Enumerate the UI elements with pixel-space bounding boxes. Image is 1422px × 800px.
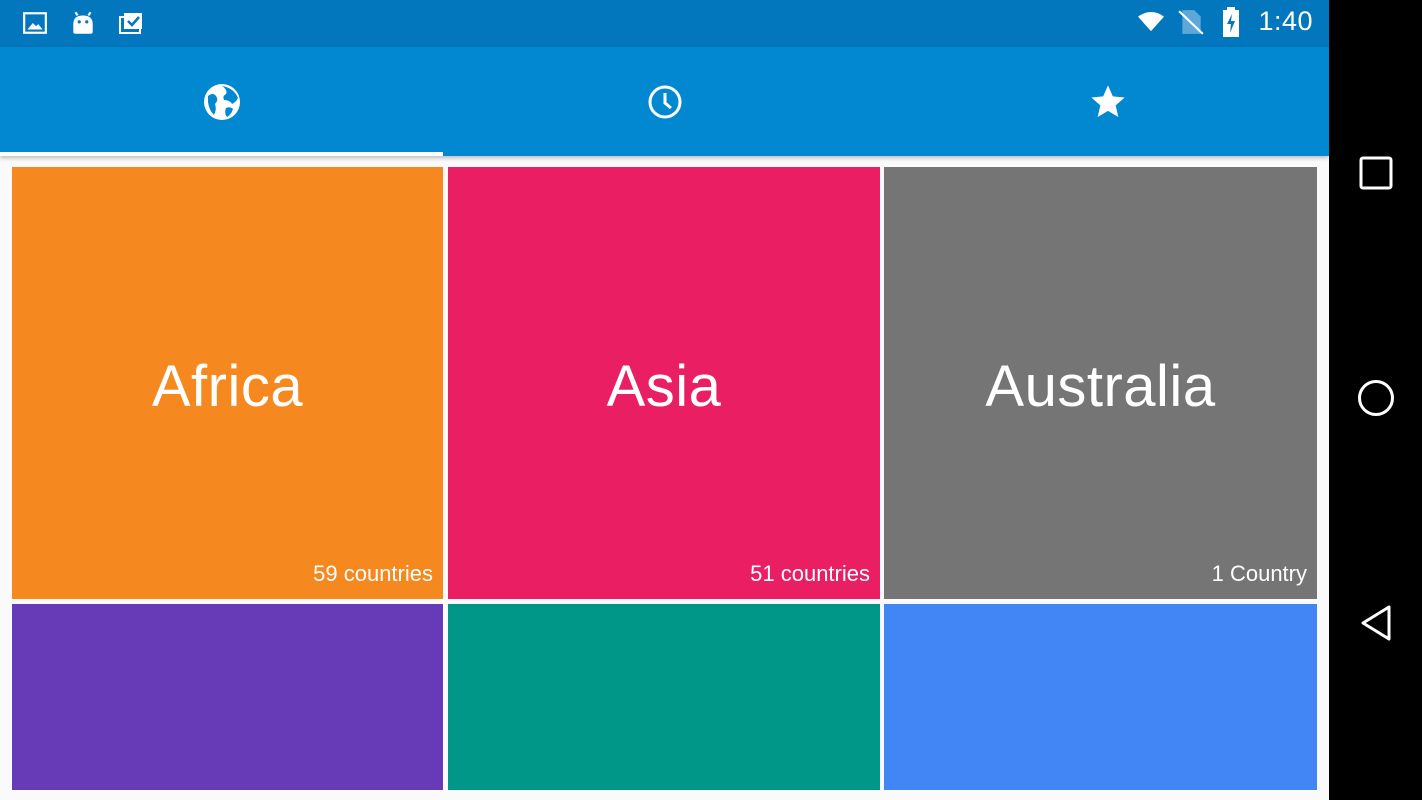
tab-favorites[interactable] [886, 47, 1329, 156]
battery-charging-icon [1218, 6, 1244, 37]
continent-tile[interactable] [12, 604, 443, 790]
status-bar: 1:40 [0, 0, 1329, 47]
android-icon [70, 8, 96, 38]
continent-tile-australia[interactable]: Australia 1 Country [884, 167, 1317, 599]
globe-icon [202, 82, 242, 122]
recents-square-icon [1359, 156, 1393, 195]
continent-grid: Africa 59 countries Asia 51 countries Au… [12, 167, 1317, 800]
continent-tile[interactable] [448, 604, 880, 790]
navigation-bar [1329, 0, 1422, 800]
wifi-icon [1138, 7, 1165, 37]
country-count: 1 Country [1211, 561, 1307, 586]
app-screen: 1:40 Africa 59 countries Asia 51 countri… [0, 0, 1329, 800]
country-count: 59 countries [313, 561, 433, 586]
country-count: 51 countries [750, 561, 870, 586]
home-button[interactable] [1329, 360, 1422, 440]
continent-tile-asia[interactable]: Asia 51 countries [448, 167, 880, 599]
star-icon [1088, 82, 1128, 122]
continent-name: Asia [606, 354, 722, 419]
continent-tile-africa[interactable]: Africa 59 countries [12, 167, 443, 599]
home-circle-icon [1357, 379, 1395, 422]
back-triangle-icon [1359, 604, 1393, 647]
tab-bar [0, 47, 1329, 156]
back-button[interactable] [1329, 585, 1422, 665]
clock-time: 1:40 [1258, 6, 1313, 36]
notification-icons [22, 8, 144, 38]
clipboard-check-icon [118, 8, 144, 38]
no-sim-icon [1178, 7, 1205, 37]
continent-name: Australia [985, 354, 1216, 419]
continent-tile[interactable] [884, 604, 1317, 790]
tab-recent[interactable] [443, 47, 886, 156]
continent-name: Africa [151, 354, 304, 419]
tab-continents[interactable] [0, 47, 443, 156]
image-icon [22, 8, 48, 38]
system-status: 1:40 [1138, 6, 1313, 37]
clock-icon [647, 84, 683, 120]
recents-button[interactable] [1329, 135, 1422, 215]
